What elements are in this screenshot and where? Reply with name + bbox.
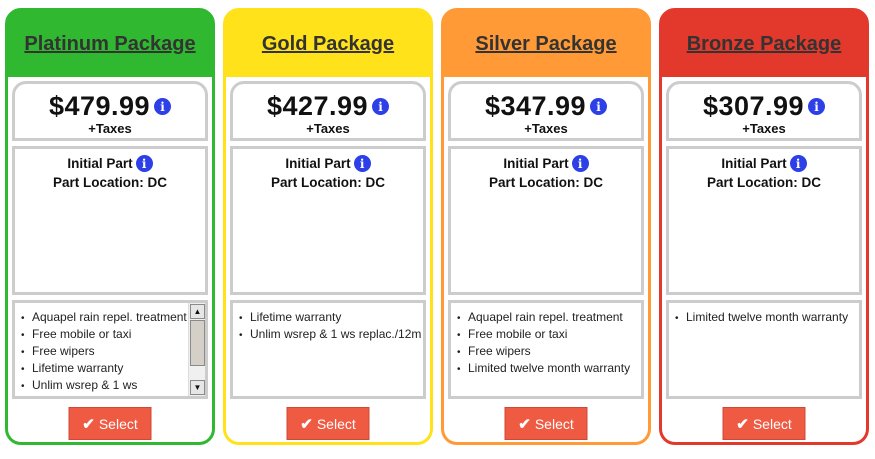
info-icon[interactable]: i [590,98,608,115]
scroll-up-arrow-icon[interactable]: ▲ [190,304,205,319]
scrollbar-thumb[interactable] [190,320,205,366]
select-button[interactable]: ✔ Select [504,407,588,440]
package-title[interactable]: Bronze Package [687,33,842,56]
part-location: Part Location: DC [270,175,385,190]
feature-item: Limited twelve month warranty [457,360,641,377]
card-body: $307.99 i +Taxes Initial Part i Part Loc… [662,77,866,442]
select-label: Select [752,415,792,432]
check-icon: ✔ [518,415,531,433]
info-icon[interactable]: i [372,98,390,115]
info-icon[interactable]: i [571,155,589,172]
initial-part-row: Initial Part i [233,154,423,173]
features-list: Limited twelve month warranty [669,303,859,326]
price-value: $479.99 [48,91,151,121]
part-location: Part Location: DC [488,175,603,190]
select-label: Select [98,415,138,432]
package-card-platinum: Platinum Package $479.99 i +Taxes Initia… [5,8,215,445]
check-icon: ✔ [736,415,749,433]
card-header: Bronze Package [662,11,866,77]
check-icon: ✔ [82,415,95,433]
taxes-label: +Taxes [306,121,350,136]
card-header: Silver Package [444,11,648,77]
feature-item: Aquapel rain repel. treatment [457,309,641,326]
features-list: Aquapel rain repel. treatment Free mobil… [451,303,641,377]
price-row: $479.99 i [48,91,172,122]
select-button[interactable]: ✔ Select [286,407,370,440]
price-row: $427.99 i [266,91,390,122]
info-icon[interactable]: i [135,155,153,172]
select-label: Select [534,415,574,432]
info-icon[interactable]: i [808,98,826,115]
select-label: Select [316,415,356,432]
feature-item: Free wipers [21,343,205,360]
price-row: $307.99 i [702,91,826,122]
package-title[interactable]: Gold Package [262,33,394,56]
price-value: $347.99 [484,91,587,121]
card-header: Gold Package [226,11,430,77]
select-button[interactable]: ✔ Select [68,407,152,440]
initial-part-label: Initial Part [285,156,351,171]
initial-part-row: Initial Part i [669,154,859,173]
initial-part-row: Initial Part i [15,154,205,173]
initial-part-label: Initial Part [721,156,787,171]
packages-container: Platinum Package $479.99 i +Taxes Initia… [0,0,875,459]
part-location: Part Location: DC [706,175,821,190]
select-button[interactable]: ✔ Select [722,407,806,440]
card-header: Platinum Package [8,11,212,77]
package-card-bronze: Bronze Package $307.99 i +Taxes Initial … [659,8,869,445]
price-box: $427.99 i +Taxes [230,81,426,141]
price-row: $347.99 i [484,91,608,122]
info-icon[interactable]: i [353,155,371,172]
feature-item: Free wipers [457,343,641,360]
part-box: Initial Part i Part Location: DC [448,146,644,295]
check-icon: ✔ [300,415,313,433]
package-card-silver: Silver Package $347.99 i +Taxes Initial … [441,8,651,445]
feature-item: Lifetime warranty [239,309,423,326]
features-list: Lifetime warranty Unlim wsrep & 1 ws rep… [233,303,423,343]
taxes-label: +Taxes [742,121,786,136]
price-value: $427.99 [266,91,369,121]
part-box: Initial Part i Part Location: DC [12,146,208,295]
part-box: Initial Part i Part Location: DC [230,146,426,295]
features-box: Limited twelve month warranty [666,300,862,399]
taxes-label: +Taxes [524,121,568,136]
price-value: $307.99 [702,91,805,121]
initial-part-label: Initial Part [503,156,569,171]
features-box: Lifetime warranty Unlim wsrep & 1 ws rep… [230,300,426,399]
features-list: Aquapel rain repel. treatment Free mobil… [15,303,205,394]
card-body: $347.99 i +Taxes Initial Part i Part Loc… [444,77,648,442]
price-box: $307.99 i +Taxes [666,81,862,141]
features-box[interactable]: Aquapel rain repel. treatment Free mobil… [12,300,208,399]
package-title[interactable]: Platinum Package [24,33,195,56]
price-box: $479.99 i +Taxes [12,81,208,141]
features-box: Aquapel rain repel. treatment Free mobil… [448,300,644,399]
features-scrollbar[interactable]: ▲ ▼ [188,303,205,396]
taxes-label: +Taxes [88,121,132,136]
price-box: $347.99 i +Taxes [448,81,644,141]
feature-item: Unlim wsrep & 1 ws replac./12m [239,326,423,343]
card-body: $427.99 i +Taxes Initial Part i Part Loc… [226,77,430,442]
initial-part-row: Initial Part i [451,154,641,173]
info-icon[interactable]: i [154,98,172,115]
part-box: Initial Part i Part Location: DC [666,146,862,295]
part-location: Part Location: DC [52,175,167,190]
package-title[interactable]: Silver Package [475,33,616,56]
initial-part-label: Initial Part [67,156,133,171]
feature-item: Limited twelve month warranty [675,309,859,326]
card-body: $479.99 i +Taxes Initial Part i Part Loc… [8,77,212,442]
info-icon[interactable]: i [789,155,807,172]
feature-item: Free mobile or taxi [21,326,205,343]
feature-item: Free mobile or taxi [457,326,641,343]
feature-item: Aquapel rain repel. treatment [21,309,205,326]
scroll-down-arrow-icon[interactable]: ▼ [190,380,205,395]
feature-item: Unlim wsrep & 1 ws [21,377,205,394]
feature-item: Lifetime warranty [21,360,205,377]
package-card-gold: Gold Package $427.99 i +Taxes Initial Pa… [223,8,433,445]
